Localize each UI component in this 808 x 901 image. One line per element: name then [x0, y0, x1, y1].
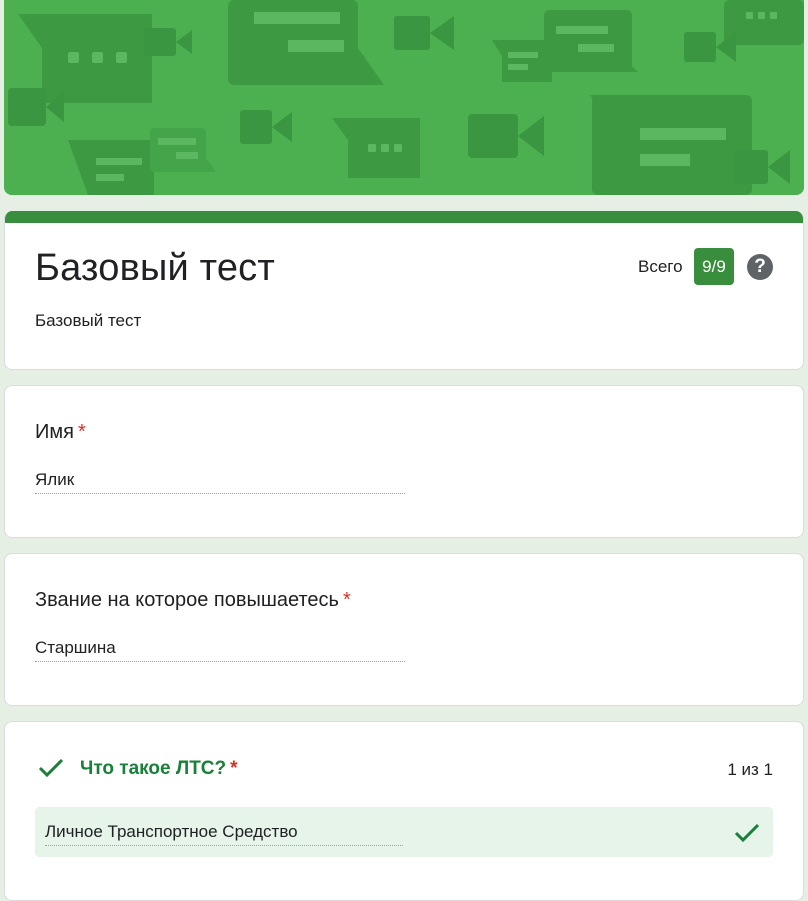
form-header-banner	[4, 0, 804, 195]
question-card-rank: Звание на которое повышаетесь * Старшина	[4, 553, 804, 706]
required-asterisk: *	[77, 421, 86, 443]
accent-bar	[5, 211, 803, 223]
question-title: Имя *	[35, 421, 86, 444]
question-title-text: Звание на которое повышаетесь	[35, 589, 339, 611]
score-label: Всего	[638, 257, 683, 276]
question-card-name: Имя * Ялик	[4, 385, 804, 538]
banner-pattern	[4, 0, 804, 195]
answer-text-lts: Личное Транспортное Средство	[45, 822, 403, 846]
required-asterisk: *	[230, 758, 238, 779]
question-title: Что такое ЛТС? *	[80, 758, 238, 780]
form-header-card: Базовый тест Базовый тест Всего 9/9 ?	[4, 211, 804, 370]
check-icon	[38, 758, 64, 778]
question-title: Звание на которое повышаетесь *	[35, 589, 351, 612]
answer-text-name: Ялик	[35, 470, 405, 494]
required-asterisk: *	[342, 589, 351, 611]
check-icon	[734, 823, 760, 843]
answer-text-rank: Старшина	[35, 638, 405, 662]
form-title: Базовый тест	[35, 247, 275, 289]
score-badge: 9/9	[694, 248, 734, 285]
question-title-text: Что такое ЛТС?	[80, 758, 227, 779]
form-description: Базовый тест	[35, 311, 142, 330]
help-icon[interactable]: ?	[747, 254, 773, 280]
correct-answer-box: Личное Транспортное Средство	[35, 807, 773, 857]
question-title-text: Имя	[35, 421, 74, 443]
question-card-lts: Что такое ЛТС? * 1 из 1 Личное Транспортн…	[4, 721, 804, 901]
question-points: 1 из 1	[727, 760, 773, 779]
